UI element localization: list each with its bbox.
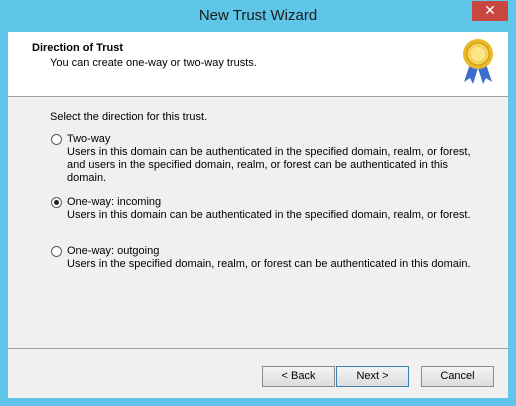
cancel-button[interactable]: Cancel — [421, 366, 494, 387]
radio-two-way[interactable] — [51, 134, 62, 145]
radio-one-way-outgoing[interactable] — [51, 246, 62, 257]
back-button[interactable]: < Back — [262, 366, 335, 387]
certificate-seal-icon — [463, 39, 493, 84]
wizard-window: New Trust Wizard ✕ Direction of Trust Yo… — [0, 0, 516, 406]
option-description: Users in the specified domain, realm, or… — [67, 258, 471, 270]
option-description: Users in this domain can be authenticate… — [67, 209, 471, 221]
next-button[interactable]: Next > — [336, 366, 409, 387]
option-label[interactable]: Two-way — [67, 133, 110, 145]
page-title: Direction of Trust — [32, 42, 124, 54]
direction-prompt: Select the direction for this trust. — [50, 111, 208, 123]
window-title: New Trust Wizard — [198, 7, 318, 24]
option-label[interactable]: One-way: incoming — [67, 196, 161, 208]
wizard-header: Direction of Trust You can create one-wa… — [8, 32, 508, 97]
option-description: Users in this domain can be authenticate… — [67, 146, 471, 184]
radio-one-way-incoming[interactable] — [51, 197, 62, 208]
footer-divider — [8, 348, 508, 349]
page-subtitle: You can create one-way or two-way trusts… — [50, 57, 257, 69]
close-button[interactable]: ✕ — [472, 1, 508, 21]
close-icon: ✕ — [484, 2, 496, 18]
option-label[interactable]: One-way: outgoing — [67, 245, 159, 257]
wizard-client-area: Direction of Trust You can create one-wa… — [8, 32, 508, 398]
title-bar[interactable]: New Trust Wizard ✕ — [0, 0, 516, 32]
